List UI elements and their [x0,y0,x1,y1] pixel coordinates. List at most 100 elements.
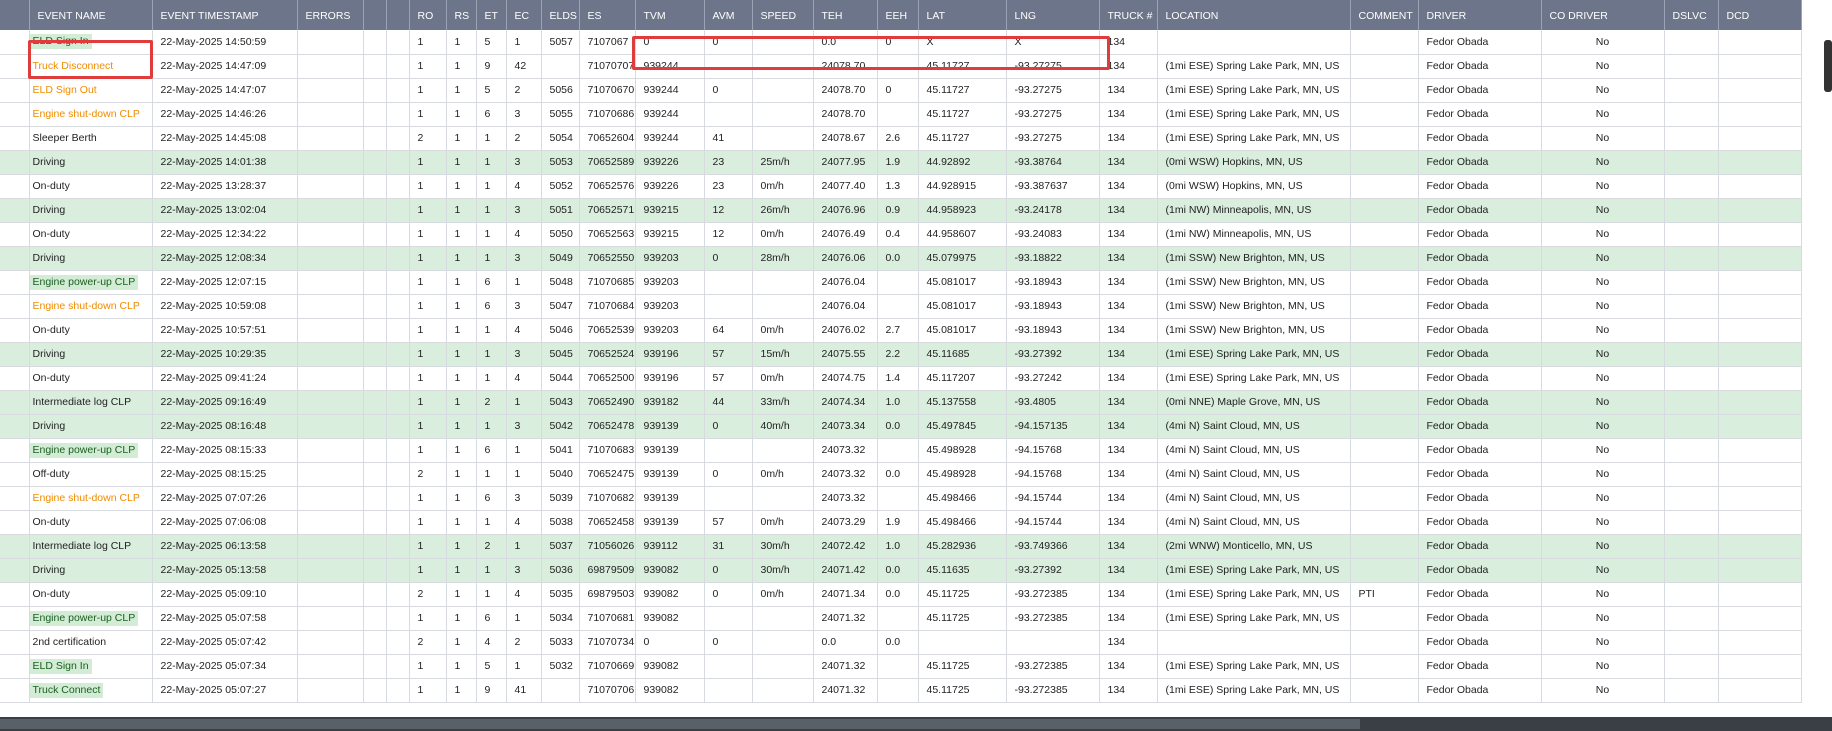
row-select-cell[interactable] [0,558,30,583]
event-name-label[interactable]: ELD Sign In [29,658,92,674]
event-name-label[interactable]: On-duty [30,371,73,386]
event-name-label[interactable]: Intermediate log CLP [30,539,135,554]
event-name-label[interactable]: On-duty [30,323,73,338]
column-header-location[interactable]: LOCATION [1157,0,1351,30]
column-header-co-driver[interactable]: CO DRIVER [1541,0,1665,30]
horizontal-scrollbar[interactable] [0,717,1832,731]
event-name-label[interactable]: Engine power-up CLP [29,442,139,458]
row-select-cell[interactable] [0,342,30,367]
row-select-cell[interactable] [0,54,30,79]
column-header-lng[interactable]: LNG [1006,0,1100,30]
event-name-label[interactable]: Truck Connect [29,682,104,698]
table-row[interactable]: On-duty 22-May-2025 07:06:08 1 1 1 4 5038 70652… [0,510,1802,535]
table-row[interactable]: ELD Sign In 22-May-2025 14:50:59 1 1 5 1 5057 7… [0,30,1802,55]
row-select-cell[interactable] [0,654,30,679]
row-select-cell[interactable] [0,246,30,271]
column-header-lat[interactable]: LAT [918,0,1007,30]
column-header-es[interactable]: ES [579,0,636,30]
table-row[interactable]: On-duty 22-May-2025 12:34:22 1 1 1 4 5050 70652… [0,222,1802,247]
table-row[interactable]: Engine power-up CLP 22-May-2025 05:07:58 1… [0,606,1802,631]
row-select-cell[interactable] [0,78,30,103]
event-name-label[interactable]: On-duty [30,587,73,602]
row-select-cell[interactable] [0,30,30,55]
event-name-label[interactable]: On-duty [30,515,73,530]
row-select-cell[interactable] [0,318,30,343]
column-header-errors[interactable]: ERRORS [297,0,364,30]
table-row[interactable]: On-duty 22-May-2025 09:41:24 1 1 1 4 5044 70652… [0,366,1802,391]
row-select-cell[interactable] [0,126,30,151]
row-select-cell[interactable] [0,366,30,391]
table-row[interactable]: 2nd certification 22-May-2025 05:07:42 2 1 4… [0,630,1802,655]
column-header-event-name[interactable]: EVENT NAME [29,0,153,30]
event-name-label[interactable]: Driving [30,347,69,362]
row-select-cell[interactable] [0,462,30,487]
column-header-blank-4[interactable] [386,0,410,30]
event-name-label[interactable]: Driving [30,563,69,578]
event-name-label[interactable]: On-duty [30,179,73,194]
row-select-cell[interactable] [0,534,30,559]
table-row[interactable]: Engine power-up CLP 22-May-2025 08:15:33 1… [0,438,1802,463]
table-row[interactable]: Intermediate log CLP 22-May-2025 06:13:58… [0,534,1802,559]
column-header-elds[interactable]: ELDS [541,0,580,30]
table-row[interactable]: Intermediate log CLP 22-May-2025 09:16:49… [0,390,1802,415]
row-select-cell[interactable] [0,174,30,199]
event-name-label[interactable]: Driving [30,155,69,170]
table-row[interactable]: ELD Sign In 22-May-2025 05:07:34 1 1 5 1 5032 7… [0,654,1802,679]
column-header-tvm[interactable]: TVM [635,0,705,30]
horizontal-scrollbar-thumb[interactable] [0,719,1360,729]
event-name-label[interactable]: Off-duty [30,467,73,482]
column-header-rs[interactable]: RS [446,0,477,30]
column-header-dcd[interactable]: DCD [1718,0,1802,30]
row-select-cell[interactable] [0,630,30,655]
row-select-cell[interactable] [0,390,30,415]
table-row[interactable]: Truck Connect 22-May-2025 05:07:27 1 1 9 41 71… [0,678,1802,703]
column-header-blank-3[interactable] [363,0,387,30]
event-name-label[interactable]: Truck Disconnect [30,59,117,74]
table-row[interactable]: Driving 22-May-2025 08:16:48 1 1 1 3 5042 70652… [0,414,1802,439]
row-select-cell[interactable] [0,582,30,607]
column-header-event-timestamp[interactable]: EVENT TIMESTAMP [152,0,298,30]
table-row[interactable]: Driving 22-May-2025 14:01:38 1 1 1 3 5053 70652… [0,150,1802,175]
event-name-label[interactable]: Engine power-up CLP [29,274,139,290]
event-name-label[interactable]: Engine shut-down CLP [30,107,143,122]
table-row[interactable]: On-duty 22-May-2025 10:57:51 1 1 1 4 5046 70652… [0,318,1802,343]
event-name-label[interactable]: Engine power-up CLP [29,610,139,626]
row-select-cell[interactable] [0,510,30,535]
table-row[interactable]: Sleeper Berth 22-May-2025 14:45:08 2 1 1 2 505… [0,126,1802,151]
column-header-avm[interactable]: AVM [704,0,753,30]
event-name-label[interactable]: Driving [30,419,69,434]
event-name-label[interactable]: Engine shut-down CLP [30,299,143,314]
table-row[interactable]: On-duty 22-May-2025 05:09:10 2 1 1 4 5035 69879… [0,582,1802,607]
event-name-label[interactable]: Intermediate log CLP [30,395,135,410]
column-header-speed[interactable]: SPEED [752,0,814,30]
row-select-cell[interactable] [0,678,30,703]
column-header-ro[interactable]: RO [409,0,447,30]
table-row[interactable]: Driving 22-May-2025 12:08:34 1 1 1 3 5049 70652… [0,246,1802,271]
column-header-eeh[interactable]: EEH [877,0,919,30]
row-select-cell[interactable] [0,438,30,463]
table-row[interactable]: Driving 22-May-2025 05:13:58 1 1 1 3 5036 69879… [0,558,1802,583]
table-row[interactable]: Truck Disconnect 22-May-2025 14:47:09 1 1 9 4… [0,54,1802,79]
row-select-cell[interactable] [0,270,30,295]
table-row[interactable]: ELD Sign Out 22-May-2025 14:47:07 1 1 5 2 5056… [0,78,1802,103]
event-name-label[interactable]: On-duty [30,227,73,242]
row-select-cell[interactable] [0,102,30,127]
event-name-label[interactable]: Driving [30,251,69,266]
event-name-label[interactable]: 2nd certification [30,635,110,650]
table-row[interactable]: On-duty 22-May-2025 13:28:37 1 1 1 4 5052 70652… [0,174,1802,199]
column-header-dslvc[interactable]: DSLVC [1664,0,1719,30]
row-select-cell[interactable] [0,150,30,175]
row-select-cell[interactable] [0,222,30,247]
event-name-label[interactable]: Sleeper Berth [30,131,100,146]
table-row[interactable]: Driving 22-May-2025 10:29:35 1 1 1 3 5045 70652… [0,342,1802,367]
table-row[interactable]: Engine shut-down CLP 22-May-2025 10:59:08… [0,294,1802,319]
vertical-scrollbar[interactable] [1824,40,1832,92]
row-select-cell[interactable] [0,414,30,439]
row-select-cell[interactable] [0,198,30,223]
event-name-label[interactable]: Engine shut-down CLP [30,491,143,506]
table-row[interactable]: Engine shut-down CLP 22-May-2025 14:46:26… [0,102,1802,127]
table-row[interactable]: Engine power-up CLP 22-May-2025 12:07:15 1… [0,270,1802,295]
row-select-cell[interactable] [0,606,30,631]
column-header-comment[interactable]: COMMENT [1350,0,1419,30]
table-row[interactable]: Driving 22-May-2025 13:02:04 1 1 1 3 5051 70652… [0,198,1802,223]
